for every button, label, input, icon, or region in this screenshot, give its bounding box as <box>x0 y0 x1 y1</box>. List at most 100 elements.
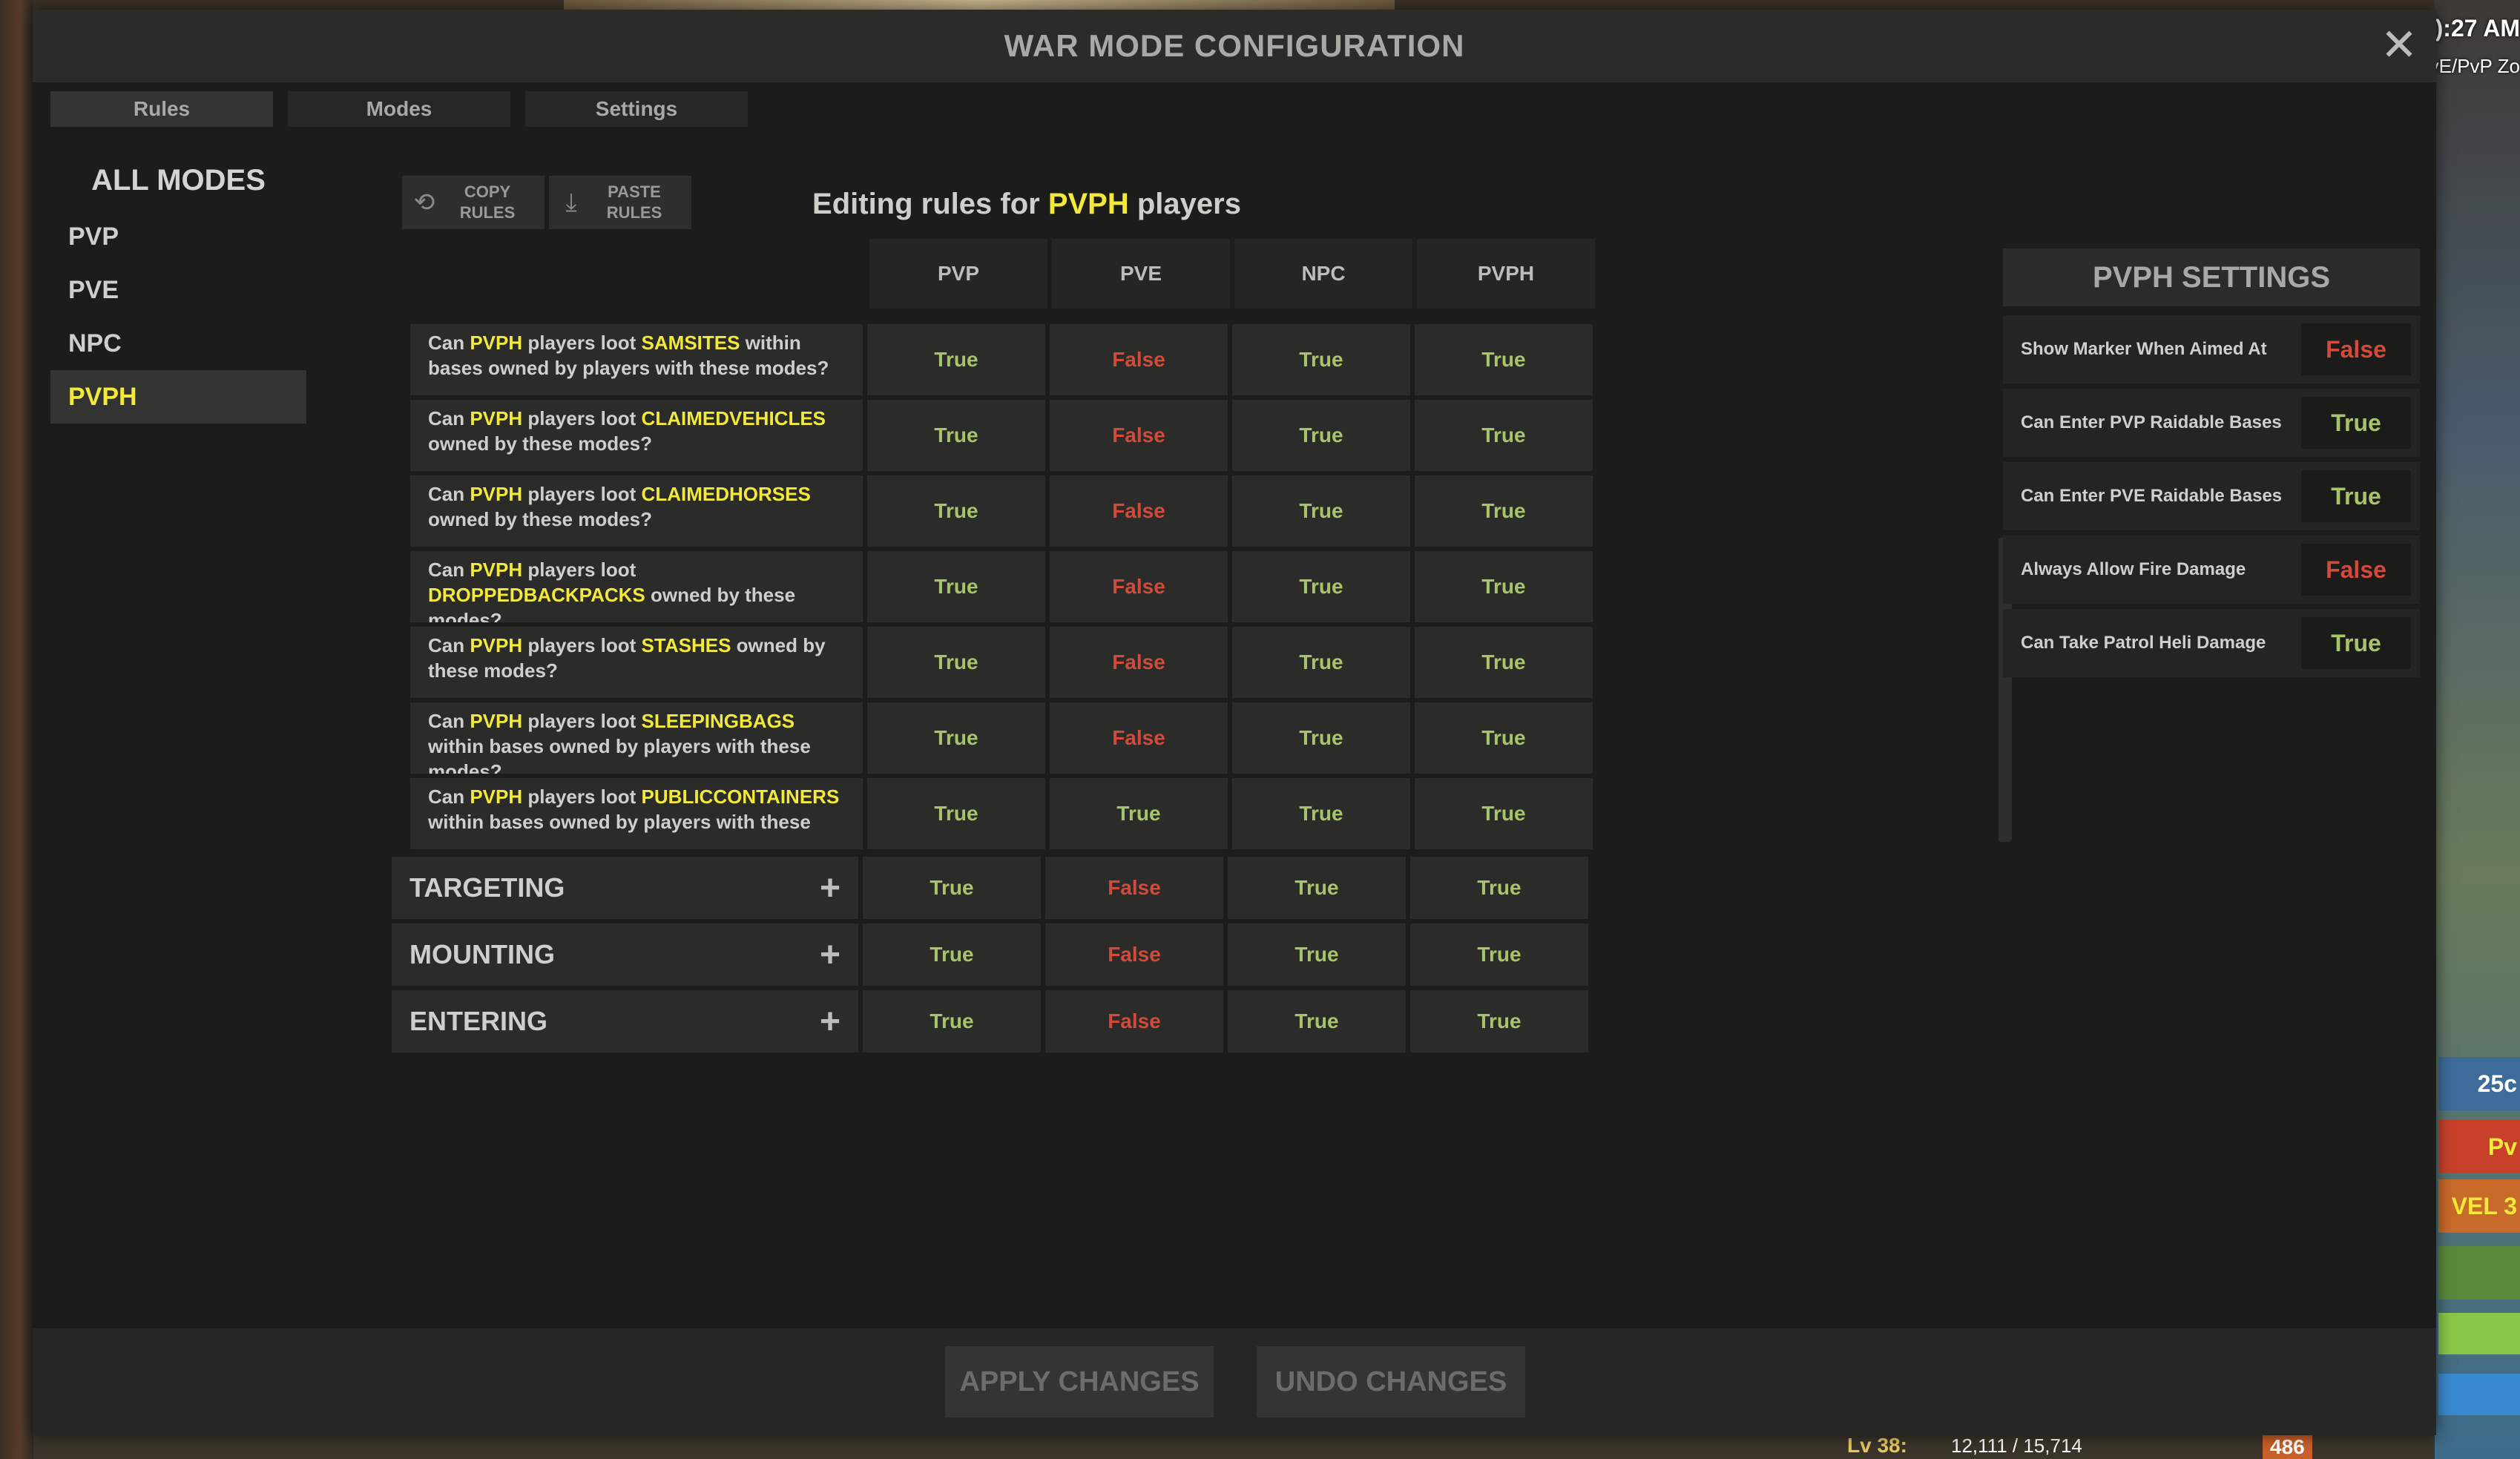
setting-row: Can Enter PVP Raidable Bases True <box>2003 389 2420 457</box>
rule-toggle-cell[interactable]: True <box>1232 702 1410 774</box>
rule-toggle-cell[interactable]: True <box>867 778 1045 849</box>
apply-changes-button[interactable]: APPLY CHANGES <box>945 1346 1214 1417</box>
rule-toggle-cell[interactable]: True <box>1415 475 1593 547</box>
setting-toggle[interactable]: True <box>2301 617 2411 669</box>
paste-rules-button[interactable]: ⤓ PASTE RULES <box>549 176 691 229</box>
rule-label: Can PVPH players loot DROPPEDBACKPACKS o… <box>410 551 863 622</box>
rule-toggle-cell[interactable]: True <box>867 627 1045 698</box>
undo-changes-button[interactable]: UNDO CHANGES <box>1257 1346 1525 1417</box>
rule-label-part: players loot <box>522 710 642 732</box>
rule-label: Can PVPH players loot STASHES owned by t… <box>410 627 863 698</box>
copy-rules-label: COPY <box>464 182 511 201</box>
rule-toggle-cell[interactable]: True <box>1050 778 1228 849</box>
rule-label-part: Can <box>428 710 470 732</box>
hud-xp: 12,111 / 15,714 <box>1951 1435 2082 1457</box>
hud-xp-badge: 486 <box>2263 1435 2312 1459</box>
table-row: Can PVPH players loot PUBLICCONTAINERS w… <box>410 778 1593 849</box>
rule-toggle-cell[interactable]: True <box>1415 551 1593 622</box>
rule-toggle-cell[interactable]: True <box>1232 400 1410 471</box>
rule-toggle-cell[interactable]: True <box>1415 324 1593 395</box>
rule-toggle-cell[interactable]: True <box>867 400 1045 471</box>
tab-modes[interactable]: Modes <box>288 91 510 127</box>
rule-toggle-cell[interactable]: True <box>867 702 1045 774</box>
plus-icon[interactable]: + <box>820 935 840 975</box>
group-row: MOUNTING + True False True True <box>392 923 1588 986</box>
rule-toggle-cell[interactable]: True <box>867 475 1045 547</box>
group-expander[interactable]: TARGETING + <box>392 857 858 919</box>
rule-toggle-cell[interactable]: True <box>1415 627 1593 698</box>
rules-toolbar: ⟲ COPY RULES ⤓ PASTE RULES <box>402 176 691 229</box>
game-background-left <box>0 0 33 1459</box>
rule-toggle-cell[interactable]: True <box>1415 400 1593 471</box>
rule-label-part: PVPH <box>470 786 523 808</box>
sidebar-item-pvp[interactable]: PVP <box>50 210 306 263</box>
setting-toggle[interactable]: False <box>2301 544 2411 596</box>
rule-label-part: Can <box>428 786 470 808</box>
tab-settings[interactable]: Settings <box>525 91 748 127</box>
rule-toggle-cell[interactable]: True <box>1232 627 1410 698</box>
setting-label: Can Enter PVE Raidable Bases <box>2021 486 2283 506</box>
rule-label-part: players loot <box>522 634 642 656</box>
setting-toggle[interactable]: False <box>2301 323 2411 375</box>
group-toggle-cell[interactable]: False <box>1045 857 1223 919</box>
group-toggle-cell[interactable]: True <box>863 857 1041 919</box>
group-toggle-cell[interactable]: True <box>1410 857 1588 919</box>
sidebar-item-pvph[interactable]: PVPH <box>50 370 306 424</box>
table-row: Can PVPH players loot STASHES owned by t… <box>410 627 1593 698</box>
setting-toggle[interactable]: True <box>2301 470 2411 522</box>
rule-toggle-cell[interactable]: True <box>867 551 1045 622</box>
rule-toggle-cell[interactable]: True <box>1232 475 1410 547</box>
rule-toggle-cell[interactable]: False <box>1050 627 1228 698</box>
rule-label-part: owned by these modes? <box>428 508 652 530</box>
rule-toggle-cell[interactable]: True <box>1232 778 1410 849</box>
setting-label: Show Marker When Aimed At <box>2021 339 2267 359</box>
group-toggle-cell[interactable]: True <box>1410 923 1588 986</box>
close-icon[interactable]: ✕ <box>2377 23 2421 67</box>
group-toggle-cell[interactable]: True <box>863 990 1041 1053</box>
rule-label-part: PVPH <box>470 332 523 354</box>
rule-toggle-cell[interactable]: True <box>1415 778 1593 849</box>
settings-header: PVPH SETTINGS <box>2003 248 2420 306</box>
hud-level: Lv 38: <box>1847 1434 1907 1457</box>
sidebar-item-pve[interactable]: PVE <box>50 263 306 317</box>
group-toggle-cell[interactable]: True <box>1228 990 1406 1053</box>
table-row: Can PVPH players loot CLAIMEDHORSES owne… <box>410 475 1593 547</box>
rule-label-part: Can <box>428 634 470 656</box>
rule-groups: TARGETING + True False True True MOUNTING + True… <box>392 857 1588 1057</box>
group-expander[interactable]: ENTERING + <box>392 990 858 1053</box>
rule-toggle-cell[interactable]: False <box>1050 324 1228 395</box>
rule-label: Can PVPH players loot CLAIMEDHORSES owne… <box>410 475 863 547</box>
group-toggle-cell[interactable]: False <box>1045 923 1223 986</box>
table-row: Can PVPH players loot DROPPEDBACKPACKS o… <box>410 551 1593 622</box>
group-expander[interactable]: MOUNTING + <box>392 923 858 986</box>
group-toggle-cell[interactable]: True <box>1228 857 1406 919</box>
pvph-settings-panel: PVPH SETTINGS Show Marker When Aimed At F… <box>2003 248 2420 682</box>
rule-label-part: PVPH <box>470 407 523 429</box>
copy-rules-button[interactable]: ⟲ COPY RULES <box>402 176 545 229</box>
rule-toggle-cell[interactable]: False <box>1050 702 1228 774</box>
rule-toggle-cell[interactable]: True <box>867 324 1045 395</box>
download-icon: ⤓ <box>565 188 577 217</box>
tab-rules[interactable]: Rules <box>50 91 273 127</box>
group-toggle-cell[interactable]: True <box>1228 923 1406 986</box>
plus-icon[interactable]: + <box>820 1001 840 1042</box>
footer-bar: APPLY CHANGES UNDO CHANGES <box>33 1328 2436 1435</box>
rule-label-part: players loot <box>522 332 642 354</box>
rule-toggle-cell[interactable]: True <box>1232 324 1410 395</box>
group-toggle-cell[interactable]: True <box>863 923 1041 986</box>
rule-label-part: PVPH <box>470 634 523 656</box>
sidebar-item-npc[interactable]: NPC <box>50 317 306 370</box>
rule-toggle-cell[interactable]: True <box>1415 702 1593 774</box>
hud-side-badge: 25c <box>2438 1057 2520 1110</box>
table-row: Can PVPH players loot SLEEPINGBAGS withi… <box>410 702 1593 774</box>
plus-icon[interactable]: + <box>820 868 840 909</box>
group-label: MOUNTING <box>409 939 555 969</box>
group-toggle-cell[interactable]: True <box>1410 990 1588 1053</box>
rule-toggle-cell[interactable]: False <box>1050 551 1228 622</box>
setting-toggle[interactable]: True <box>2301 397 2411 449</box>
rule-toggle-cell[interactable]: False <box>1050 475 1228 547</box>
rule-label: Can PVPH players loot SLEEPINGBAGS withi… <box>410 702 863 774</box>
group-toggle-cell[interactable]: False <box>1045 990 1223 1053</box>
rule-toggle-cell[interactable]: True <box>1232 551 1410 622</box>
rule-toggle-cell[interactable]: False <box>1050 400 1228 471</box>
